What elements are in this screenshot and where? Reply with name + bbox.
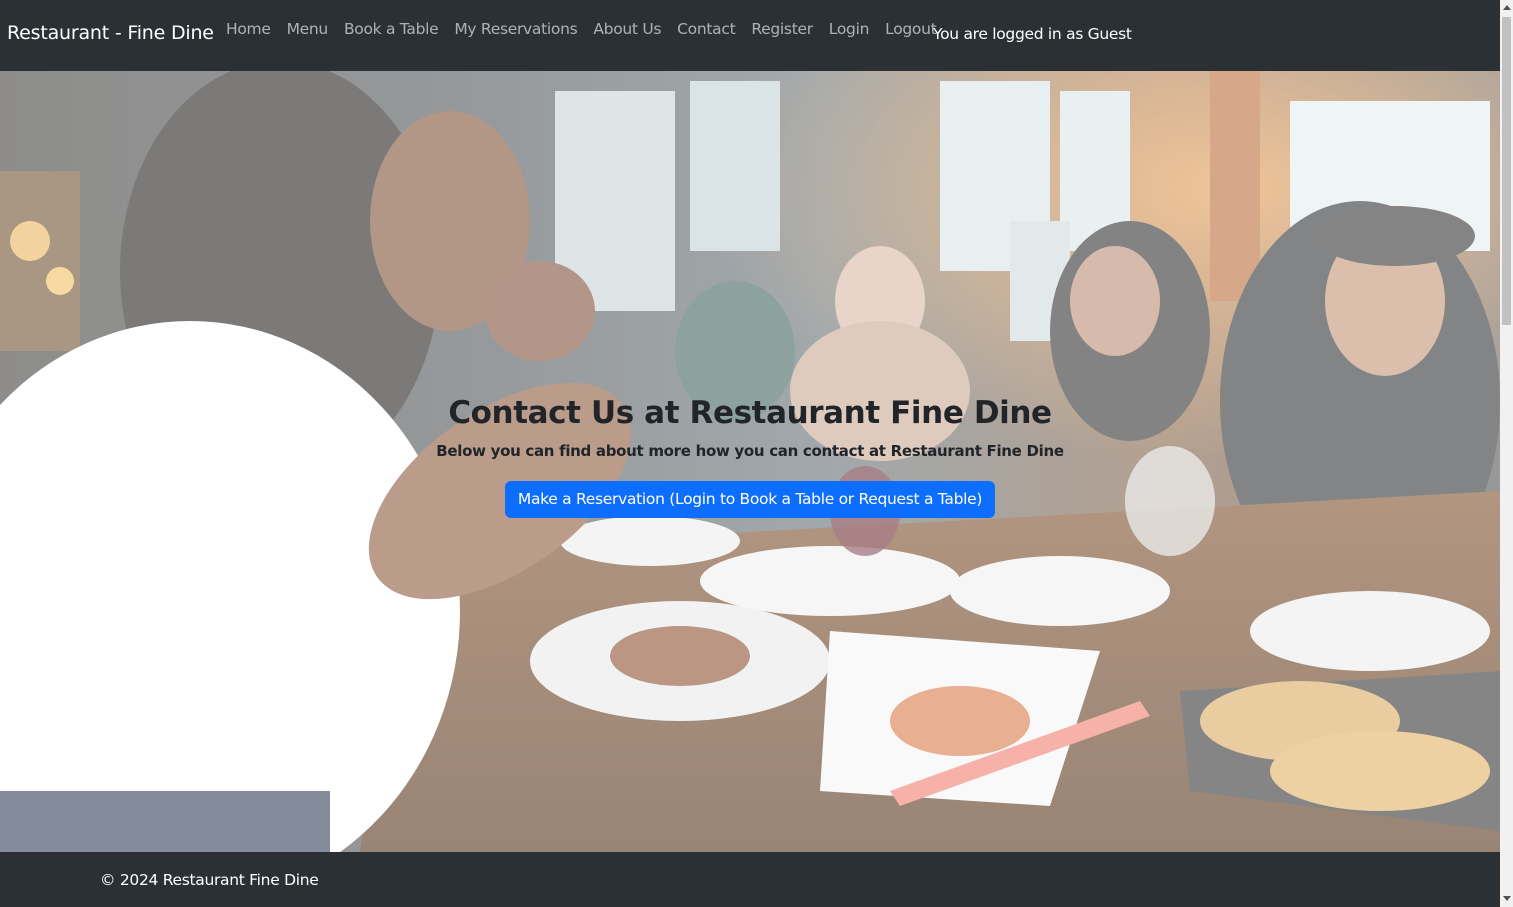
scrollbar-thumb[interactable] <box>1502 17 1511 325</box>
login-status-text: You are logged in as Guest <box>933 25 1132 43</box>
hero-section: Contact Us at Restaurant Fine Dine Below… <box>0 71 1500 852</box>
navbar-brand[interactable]: Restaurant - Fine Dine <box>7 22 214 44</box>
page: Restaurant - Fine Dine Home Menu Book a … <box>0 0 1500 907</box>
vertical-scrollbar[interactable] <box>1500 0 1513 907</box>
nav-link-book-a-table[interactable]: Book a Table <box>336 16 446 42</box>
nav-link-login[interactable]: Login <box>821 16 877 42</box>
top-navbar: Restaurant - Fine Dine Home Menu Book a … <box>0 0 1500 71</box>
hero-title: Contact Us at Restaurant Fine Dine <box>448 395 1052 431</box>
nav-link-register[interactable]: Register <box>743 16 820 42</box>
nav-link-about-us[interactable]: About Us <box>585 16 669 42</box>
hero-subtitle: Below you can find about more how you ca… <box>436 442 1064 460</box>
nav-link-home[interactable]: Home <box>218 16 279 42</box>
nav-link-my-reservations[interactable]: My Reservations <box>446 16 585 42</box>
hero-content: Contact Us at Restaurant Fine Dine Below… <box>0 393 1500 518</box>
footer-copyright: © 2024 Restaurant Fine Dine <box>100 871 319 889</box>
nav-link-contact[interactable]: Contact <box>669 16 743 42</box>
nav-link-menu[interactable]: Menu <box>279 16 336 42</box>
scroll-up-arrow-icon[interactable] <box>1503 5 1511 10</box>
footer: © 2024 Restaurant Fine Dine <box>0 852 1500 907</box>
make-reservation-button[interactable]: Make a Reservation (Login to Book a Tabl… <box>504 481 996 518</box>
nav-links: Home Menu Book a Table My Reservations A… <box>218 16 944 42</box>
scroll-down-arrow-icon[interactable] <box>1503 896 1511 901</box>
